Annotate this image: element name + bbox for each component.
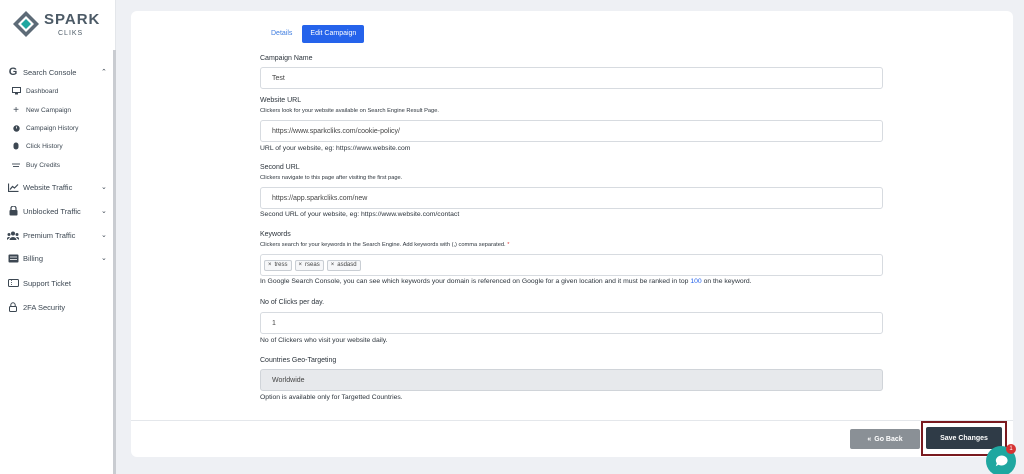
lock-icon xyxy=(7,205,19,217)
campaign-name-input[interactable]: Test xyxy=(260,67,883,89)
second-url-help: Clickers navigate to this page after vis… xyxy=(260,175,403,181)
remove-tag-icon[interactable]: × xyxy=(331,262,335,268)
website-url-help: Clickers look for your website available… xyxy=(260,108,439,114)
geo-targeting-value: Worldwide xyxy=(272,376,305,384)
clicks-per-day-value: 1 xyxy=(272,319,276,327)
credits-icon xyxy=(11,160,21,170)
website-url-input[interactable]: https://www.sparkcliks.com/cookie-policy… xyxy=(260,120,883,142)
sidebar-item-campaign-history[interactable]: Campaign History xyxy=(0,120,113,136)
website-url-value: https://www.sparkcliks.com/cookie-policy… xyxy=(272,127,400,135)
second-url-input[interactable]: https://app.sparkcliks.com/new xyxy=(260,187,883,209)
brand-logo[interactable]: SPARK CLIKS xyxy=(12,10,100,38)
clicks-per-day-label: No of Clicks per day. xyxy=(260,299,325,306)
line-chart-icon xyxy=(7,181,19,193)
history-icon xyxy=(11,123,21,133)
second-url-value: https://app.sparkcliks.com/new xyxy=(272,194,368,202)
sidebar-item-label: Billing xyxy=(23,253,44,263)
sidebar-item-label: Website Traffic xyxy=(23,182,73,192)
sidebar-item-click-history[interactable]: Click History xyxy=(0,138,113,154)
sidebar-item-billing[interactable]: Billing ⌄ xyxy=(0,249,113,267)
website-url-label: Website URL xyxy=(260,97,302,104)
sidebar-item-label: Campaign History xyxy=(26,124,79,132)
padlock-icon xyxy=(7,301,19,313)
sidebar-item-new-campaign[interactable]: + New Campaign xyxy=(0,102,113,118)
chevron-down-icon: ⌄ xyxy=(101,208,107,215)
chevron-down-icon: ⌄ xyxy=(101,255,107,262)
chevron-up-icon: ⌃ xyxy=(101,69,107,76)
sidebar-item-2fa-security[interactable]: 2FA Security xyxy=(0,298,113,316)
keywords-tag-input[interactable]: × tress × rseas × asdasd xyxy=(260,254,883,276)
required-mark: * xyxy=(507,242,510,248)
campaign-tabs: Details Edit Campaign xyxy=(263,25,365,43)
go-back-button[interactable]: « Go Back xyxy=(850,429,920,449)
chevron-down-icon: ⌄ xyxy=(101,184,107,191)
keywords-note: In Google Search Console, you can see wh… xyxy=(260,278,752,285)
campaign-name-label: Campaign Name xyxy=(260,55,313,62)
tab-details[interactable]: Details xyxy=(263,25,301,43)
website-url-note: URL of your website, eg: https://www.web… xyxy=(260,145,411,152)
tab-edit-campaign[interactable]: Edit Campaign xyxy=(302,25,365,43)
keywords-help: Clickers search for your keywords in the… xyxy=(260,242,509,248)
sidebar-item-unblocked-traffic[interactable]: Unblocked Traffic ⌄ xyxy=(0,202,113,220)
sidebar-item-label: New Campaign xyxy=(26,106,72,114)
remove-tag-icon[interactable]: × xyxy=(299,262,303,268)
chevron-down-icon: ⌄ xyxy=(101,232,107,239)
keyword-tag[interactable]: × rseas xyxy=(294,259,324,271)
sidebar-item-label: Click History xyxy=(26,142,63,150)
sidebar-item-support-ticket[interactable]: Support Ticket xyxy=(0,274,113,292)
brand-title: SPARK xyxy=(44,10,101,28)
sidebar-item-search-console[interactable]: G Search Console ⌃ xyxy=(0,63,113,81)
second-url-label: Second URL xyxy=(260,164,300,171)
chat-notification-badge: 1 xyxy=(1006,444,1016,454)
save-changes-button[interactable]: Save Changes xyxy=(926,427,1002,449)
sidebar-item-label: Dashboard xyxy=(26,87,59,95)
sidebar-item-label: 2FA Security xyxy=(23,302,66,312)
sidebar-item-buy-credits[interactable]: Buy Credits xyxy=(0,157,113,173)
sidebar-item-label: Unblocked Traffic xyxy=(23,206,81,216)
chat-bubble-icon xyxy=(995,455,1008,467)
geo-targeting-label: Countries Geo-Targeting xyxy=(260,357,337,364)
sidebar-item-label: Support Ticket xyxy=(23,278,71,288)
keywords-label: Keywords xyxy=(260,231,291,238)
logo-mark-icon xyxy=(13,11,39,37)
brand-subtitle: CLIKS xyxy=(58,29,84,37)
ticket-icon xyxy=(7,277,19,289)
sidebar-item-dashboard[interactable]: Dashboard xyxy=(0,83,113,99)
sidebar: SPARK CLIKS G Search Console ⌃ Dashboard… xyxy=(0,0,116,474)
campaign-card: Details Edit Campaign Campaign Name Test… xyxy=(131,11,1013,457)
mouse-icon xyxy=(11,141,21,151)
card-footer-divider xyxy=(131,420,1013,421)
sidebar-item-label: Search Console xyxy=(23,67,77,77)
keyword-tag[interactable]: × asdasd xyxy=(326,259,361,271)
campaign-name-value: Test xyxy=(272,74,285,82)
geo-targeting-note: Option is available only for Targetted C… xyxy=(260,394,403,401)
keywords-rank-highlight: 100 xyxy=(690,278,702,285)
plus-icon: + xyxy=(13,104,19,116)
monitor-icon xyxy=(11,86,21,96)
sidebar-item-label: Buy Credits xyxy=(26,161,61,169)
billing-icon xyxy=(7,252,19,264)
remove-tag-icon[interactable]: × xyxy=(268,262,272,268)
keywords-help-text: Clickers search for your keywords in the… xyxy=(260,242,506,248)
sidebar-item-website-traffic[interactable]: Website Traffic ⌄ xyxy=(0,178,113,196)
sidebar-scrollbar[interactable] xyxy=(113,50,116,474)
users-icon xyxy=(7,229,19,241)
google-g-icon: G xyxy=(8,66,18,78)
geo-targeting-select: Worldwide xyxy=(260,369,883,391)
double-chevron-left-icon: « xyxy=(867,435,872,443)
keyword-tag[interactable]: × tress xyxy=(264,259,292,271)
second-url-note: Second URL of your website, eg: https://… xyxy=(260,211,460,218)
clicks-per-day-input[interactable]: 1 xyxy=(260,312,883,334)
sidebar-item-label: Premium Traffic xyxy=(23,230,76,240)
clicks-per-day-note: No of Clickers who visit your website da… xyxy=(260,337,388,344)
sidebar-item-premium-traffic[interactable]: Premium Traffic ⌄ xyxy=(0,226,113,244)
